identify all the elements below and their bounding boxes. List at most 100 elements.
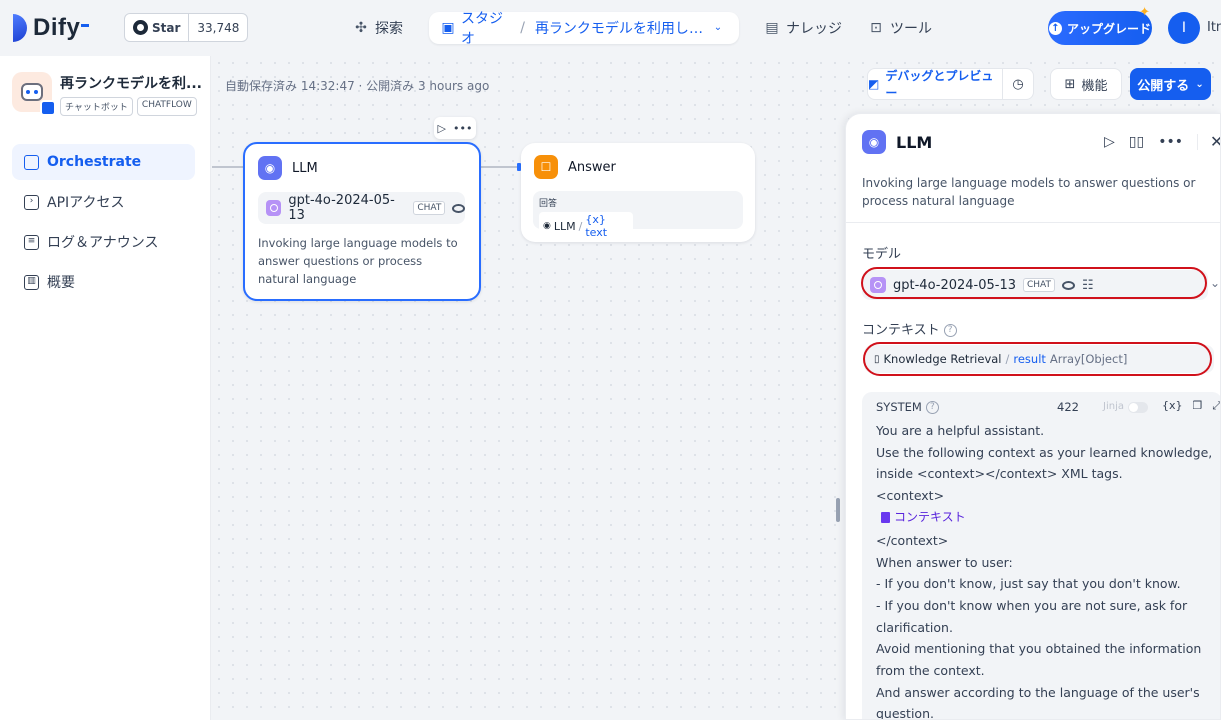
sidebar-item-logs[interactable]: ≡ ログ＆アナウンス [12,224,195,260]
edge-llm-answer [480,166,520,168]
sidebar-item-orchestrate[interactable]: Orchestrate [12,144,195,180]
studio-robot-icon: ▣ [441,20,455,36]
github-star-widget[interactable]: Star 33,748 [124,13,249,42]
llm-node-description: Invoking large language models to answer… [258,236,458,286]
upgrade-icon: ↑ [1048,21,1062,35]
user-name[interactable]: Itn [1207,20,1221,35]
llm-node[interactable]: ◉ LLM gpt-4o-2024-05-13 CHAT Invoking la… [243,142,481,301]
app-type-tag: チャットボット [60,97,133,116]
llm-small-icon: ◉ [543,221,551,231]
features-button[interactable]: ⊞ 機能 [1050,68,1122,100]
publish-label: 公開する [1137,78,1190,94]
llm-node-model-name: gpt-4o-2024-05-13 [288,193,395,223]
nav-current-app[interactable]: 再ランクモデルを利用したテス... [535,18,705,38]
copy-icon[interactable]: ❐ [1193,399,1203,413]
answer-variable-ref: ◉ LLM / {x} text [539,212,633,240]
node-controls: ▷ ••• [434,117,476,139]
insert-variable-icon[interactable]: {x} [1162,399,1183,413]
github-icon [133,20,148,35]
chevron-down-icon[interactable]: ⌄ [1210,276,1220,290]
llm-panel-icon: ◉ [862,130,886,154]
node-config-panel: ◉ LLM ▷ ▯▯ ••• ✕ Invoking large language… [845,113,1221,720]
sidebar-item-label: Orchestrate [47,154,142,170]
system-prompt-text[interactable]: You are a helpful assistant. Use the fol… [876,420,1216,719]
llm-node-model: gpt-4o-2024-05-13 CHAT [258,192,465,224]
openai-icon [266,200,282,216]
features-label: 機能 [1081,78,1108,94]
expand-icon[interactable]: ⤢ [1212,399,1220,413]
ref-variable: {x} text [585,213,608,239]
run-icon[interactable]: ▷ [1104,134,1115,150]
context-label: コンテキスト? [862,319,957,338]
more-icon[interactable]: ••• [1158,134,1183,150]
history-button[interactable]: ◷ [1002,68,1034,100]
answer-node[interactable]: ☐ Answer 回答 ◉ LLM / {x} text [521,143,755,242]
panel-resize-handle[interactable] [836,498,840,522]
panel-title[interactable]: LLM [896,133,932,152]
llm-node-title: LLM [292,160,318,176]
answer-node-title: Answer [568,159,616,175]
toolbox-icon: ⊡ [870,20,882,36]
sidebar-menu: Orchestrate › APIアクセス ≡ ログ＆アナウンス ▥ 概要 [12,144,195,304]
nav-explore[interactable]: ✣ 探索 [353,12,403,44]
chevron-down-icon: ⌄ [1195,78,1204,90]
history-icon: ◷ [1012,76,1024,92]
dify-logo[interactable]: Dify [13,13,90,43]
nav-studio-label[interactable]: スタジオ [461,8,510,48]
llm-node-icon: ◉ [258,156,282,180]
robot-icon [21,83,43,101]
nav-explore-label: 探索 [375,21,403,37]
vision-icon [452,203,465,213]
nav-studio[interactable]: ▣ スタジオ / 再ランクモデルを利用したテス... ⌄ [429,11,739,47]
highlight-model-annotation [861,267,1207,299]
terminal-icon: › [24,194,39,210]
close-icon[interactable]: ✕ [1210,132,1220,151]
book-icon: ▤ [765,20,779,36]
sparkle-icon: ✦ [1139,5,1150,20]
nav-knowledge[interactable]: ▤ ナレッジ [764,12,842,44]
explore-icon: ✣ [355,20,367,36]
nav-tools-label: ツール [890,21,932,37]
system-label: SYSTEM [876,400,922,414]
debug-preview-button[interactable]: ◩ デバッグとプレビュー [867,68,1003,100]
user-avatar[interactable]: I [1168,12,1200,44]
help-icon[interactable]: ? [925,400,939,414]
chart-icon: ▥ [24,274,39,290]
answer-field: 回答 ◉ LLM / {x} text [533,191,743,240]
edge-in-llm [212,166,244,168]
jinja-toggle[interactable] [1128,402,1148,413]
app-sidebar: 再ランクモデルを利...⌄ チャットボット CHATFLOW Orchestra… [0,56,220,720]
nav-tools[interactable]: ⊡ ツール [868,12,932,44]
log-icon: ≡ [24,234,39,250]
debug-icon: ◩ [868,77,880,91]
github-star-button[interactable]: Star [125,14,190,41]
publish-button[interactable]: 公開する ⌄ [1130,68,1211,100]
token-count: 422 [1057,400,1079,414]
system-prompt-editor[interactable]: SYSTEM? 422 Jinja {x} ❐ ⤢ You are a help… [862,392,1220,719]
document-icon [881,512,890,524]
run-node-icon[interactable]: ▷ [438,122,446,135]
sidebar-item-label: ログ＆アナウンス [47,235,159,251]
chatflow-badge-icon [40,100,56,116]
answer-node-icon: ☐ [534,155,558,179]
grid-icon: ⊞ [1064,76,1076,92]
nav-knowledge-label: ナレッジ [786,21,842,37]
highlight-context-annotation [863,342,1212,376]
context-chip[interactable]: コンテキスト [881,507,966,529]
app-header[interactable]: 再ランクモデルを利...⌄ チャットボット CHATFLOW [12,72,220,116]
upgrade-button[interactable]: ↑ アップグレード ✦ [1048,5,1152,45]
app-icon [12,72,56,116]
help-icon[interactable]: ? [943,324,957,337]
app-name[interactable]: 再ランクモデルを利...⌄ [60,73,220,93]
sidebar-item-api-access[interactable]: › APIアクセス [12,184,195,220]
app-mode-tag: CHATFLOW [136,97,197,116]
jinja-label: Jinja [1103,401,1124,412]
docs-book-icon[interactable]: ▯▯ [1129,134,1144,150]
dify-logo-mark [13,14,27,42]
debug-label: デバッグとプレビュー [885,69,994,100]
top-bar: Dify Star 33,748 ✣ 探索 ▣ スタジオ / 再ランクモデルを利… [0,0,1221,56]
sidebar-item-overview[interactable]: ▥ 概要 [12,264,195,300]
chevron-down-icon[interactable]: ⌄ [711,20,725,36]
panel-description[interactable]: Invoking large language models to answer… [862,174,1212,210]
more-icon[interactable]: ••• [453,122,472,135]
